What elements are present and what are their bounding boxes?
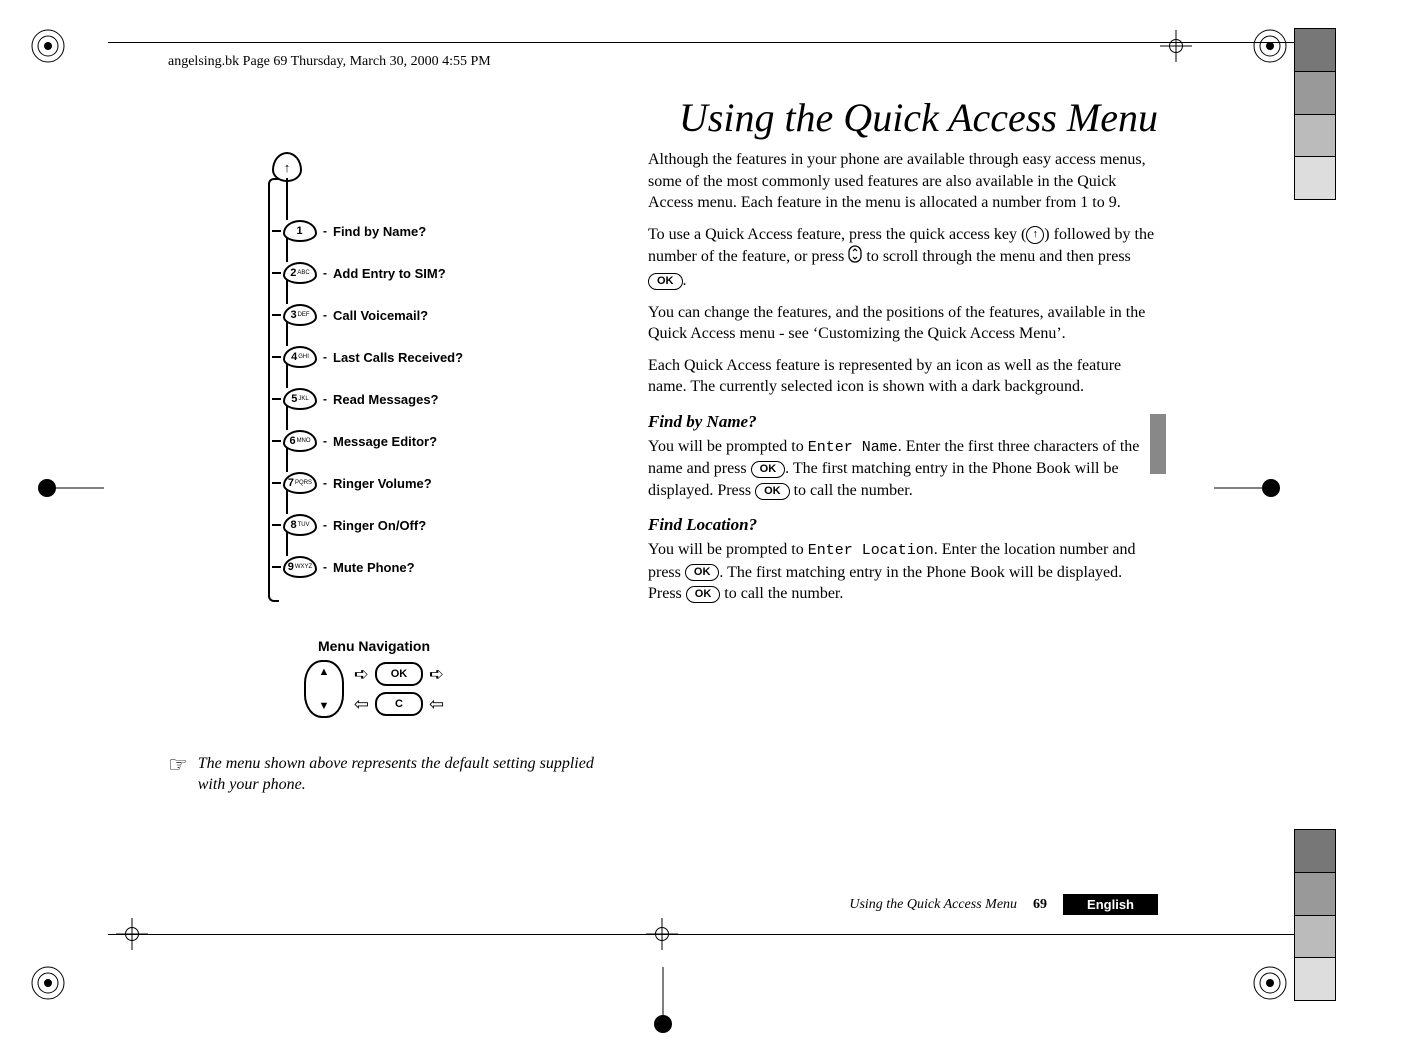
menu-item-row: 1-Find by Name? <box>272 220 426 242</box>
arrow-right-icon: ➪ <box>354 665 369 683</box>
menu-item-label: Last Calls Received? <box>333 350 463 365</box>
footer-title: Using the Quick Access Menu <box>849 897 1017 913</box>
prompt-text: Enter Location <box>808 542 934 559</box>
bottom-crop-line <box>108 934 1320 935</box>
menu-item-row: 2ABC-Add Entry to SIM? <box>272 262 446 284</box>
keypad-key-icon: 5JKL <box>283 388 317 410</box>
menu-item-row: 9WXYZ-Mute Phone? <box>272 556 415 578</box>
registration-dot-bottom <box>654 1015 672 1033</box>
menu-item-label: Call Voicemail? <box>333 308 428 323</box>
menu-item-row: 5JKL-Read Messages? <box>272 388 439 410</box>
running-header: angelsing.bk Page 69 Thursday, March 30,… <box>168 54 491 70</box>
page-title: Using the Quick Access Menu <box>648 94 1158 141</box>
paragraph: Each Quick Access feature is represented… <box>648 355 1158 398</box>
arrow-left-icon: ⇦ <box>354 695 369 713</box>
register-cross-top <box>1160 30 1192 62</box>
pointing-hand-icon: ☞ <box>168 752 188 778</box>
registration-mark-tr <box>1252 28 1288 64</box>
ok-key-icon: OK <box>685 564 720 581</box>
menu-item-label: Ringer Volume? <box>333 476 432 491</box>
quick-access-key-icon: ↑ <box>1026 226 1044 244</box>
paragraph: You will be prompted to Enter Location. … <box>648 539 1158 604</box>
c-key-icon: C <box>375 692 423 716</box>
paragraph: To use a Quick Access feature, press the… <box>648 224 1158 292</box>
keypad-key-icon: 8TUV <box>283 514 317 536</box>
scroll-key-icon <box>848 245 862 270</box>
ok-key-icon: OK <box>751 461 786 478</box>
top-crop-line <box>108 42 1320 43</box>
footnote-text: The menu shown above represents the defa… <box>198 754 608 796</box>
keypad-key-icon: 2ABC <box>283 262 317 284</box>
prompt-text: Enter Name <box>808 439 898 456</box>
footnote: ☞ The menu shown above represents the de… <box>168 754 608 796</box>
ok-key-icon: OK <box>686 586 721 603</box>
menu-item-row: 8TUV-Ringer On/Off? <box>272 514 426 536</box>
keypad-key-icon: 3DEF <box>283 304 317 326</box>
menu-item-label: Add Entry to SIM? <box>333 266 446 281</box>
registration-mark-bl <box>30 965 66 1001</box>
menu-item-row: 4GHI-Last Calls Received? <box>272 346 463 368</box>
keypad-key-icon: 9WXYZ <box>283 556 317 578</box>
registration-dot-left <box>38 479 56 497</box>
subheading-find-by-name: Find by Name? <box>648 412 1158 432</box>
menu-navigation-title: Menu Navigation <box>264 638 484 654</box>
subheading-find-location: Find Location? <box>648 515 1158 535</box>
registration-mark-br <box>1252 965 1288 1001</box>
menu-item-row: 3DEF-Call Voicemail? <box>272 304 428 326</box>
page-number: 69 <box>1033 897 1047 913</box>
quick-access-menu-diagram: ↑ 1-Find by Name?2ABC-Add Entry to SIM?3… <box>268 170 588 610</box>
ok-key-icon: OK <box>755 483 790 500</box>
language-badge: English <box>1063 894 1158 915</box>
arrow-left-icon: ⇦ <box>429 695 444 713</box>
menu-navigation-legend: Menu Navigation ▲▼ ➪ OK ➪ ⇦ C ⇦ <box>264 638 484 718</box>
register-cross-bottom <box>116 918 148 950</box>
ok-key-icon: OK <box>375 662 423 686</box>
body-text: Using the Quick Access Menu Although the… <box>648 94 1158 934</box>
menu-item-row: 6MNO-Message Editor? <box>272 430 437 452</box>
keypad-key-icon: 7PQRS <box>283 472 317 494</box>
registration-mark-tl <box>30 28 66 64</box>
keypad-key-icon: 6MNO <box>283 430 317 452</box>
paragraph: You can change the features, and the pos… <box>648 302 1158 345</box>
page-footer: Using the Quick Access Menu 69 English <box>168 894 1158 915</box>
paragraph: Although the features in your phone are … <box>648 149 1158 214</box>
ok-key-icon: OK <box>648 273 683 290</box>
color-bar-top <box>1294 28 1336 200</box>
menu-item-label: Find by Name? <box>333 224 426 239</box>
menu-item-label: Ringer On/Off? <box>333 518 426 533</box>
menu-item-label: Mute Phone? <box>333 560 415 575</box>
keypad-key-icon: 1 <box>283 220 317 242</box>
menu-item-label: Message Editor? <box>333 434 437 449</box>
paragraph: You will be prompted to Enter Name. Ente… <box>648 436 1158 501</box>
color-bar-bottom <box>1294 829 1336 1001</box>
keypad-key-icon: 4GHI <box>283 346 317 368</box>
menu-item-row: 7PQRS-Ringer Volume? <box>272 472 432 494</box>
arrow-right-icon: ➪ <box>429 665 444 683</box>
scroll-rocker-icon: ▲▼ <box>304 660 344 718</box>
registration-dot-right <box>1262 479 1280 497</box>
menu-item-label: Read Messages? <box>333 392 439 407</box>
